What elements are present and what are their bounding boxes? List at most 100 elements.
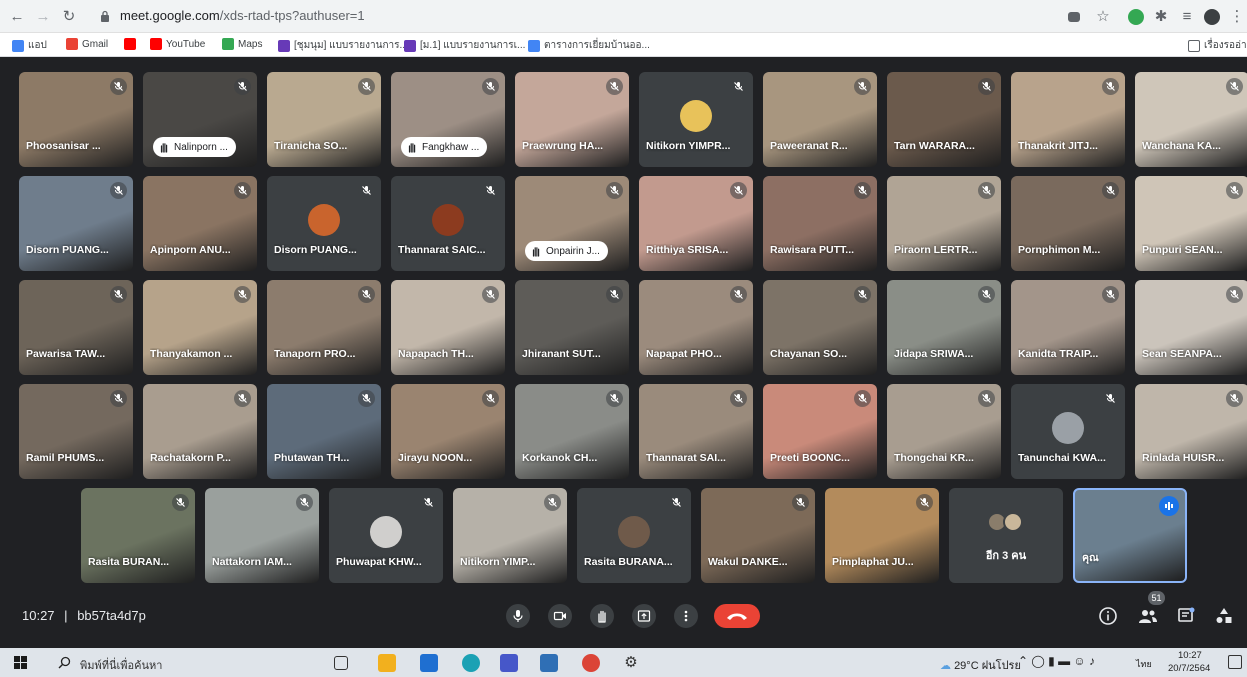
participant-tile[interactable]: Preeti BOONC... — [763, 384, 877, 479]
participant-tile[interactable]: Tarn WARARA... — [887, 72, 1001, 167]
participant-tile[interactable]: Sean SEANPA... — [1135, 280, 1247, 375]
participant-tile[interactable]: Fangkhaw ... — [391, 72, 505, 167]
chrome-icon[interactable] — [582, 654, 600, 672]
file-explorer-icon[interactable] — [378, 654, 396, 672]
forward-icon[interactable]: → — [34, 8, 52, 26]
search-icon[interactable] — [58, 656, 71, 669]
meeting-details: 10:27 | bb57ta4d7p — [22, 608, 146, 623]
participant-tile[interactable]: Piraorn LERTR... — [887, 176, 1001, 271]
microphone-button[interactable] — [506, 604, 530, 628]
participant-tile[interactable]: Thanakrit JITJ... — [1011, 72, 1125, 167]
participant-tile[interactable]: Tiranicha SO... — [267, 72, 381, 167]
bookmark-gmail[interactable]: Gmail — [66, 38, 108, 50]
puzzle-icon[interactable]: ✱ — [1152, 8, 1170, 26]
participant-tile[interactable]: Ritthiya SRISA... — [639, 176, 753, 271]
participant-tile[interactable]: Tanaporn PRO... — [267, 280, 381, 375]
participant-tile[interactable]: Rinlada HUISR... — [1135, 384, 1247, 479]
weather-widget[interactable]: ☁ 29°C ฝนโปรย — [940, 656, 1021, 674]
settings-gear-icon[interactable]: ⚙ — [622, 654, 640, 672]
camera-button[interactable] — [548, 604, 572, 628]
participant-tile[interactable]: Pimplaphat JU... — [825, 488, 939, 583]
participant-tile[interactable]: Nattakorn IAM... — [205, 488, 319, 583]
participant-tile[interactable]: Phutawan TH... — [267, 384, 381, 479]
present-button[interactable] — [632, 604, 656, 628]
star-icon[interactable]: ☆ — [1094, 8, 1112, 26]
mic-muted-icon — [234, 78, 251, 95]
participant-tile[interactable]: Ramil PHUMS... — [19, 384, 133, 479]
more-options-button[interactable] — [674, 604, 698, 628]
participant-tile[interactable]: Rasita BURAN... — [81, 488, 195, 583]
participant-tile[interactable]: Wanchana KA... — [1135, 72, 1247, 167]
app-icon[interactable] — [500, 654, 518, 672]
bookmark-maps[interactable]: Maps — [222, 38, 262, 50]
participant-tile[interactable]: Nalinporn ... — [143, 72, 257, 167]
participant-tile[interactable]: Punpuri SEAN... — [1135, 176, 1247, 271]
reload-icon[interactable]: ↻ — [60, 8, 78, 26]
windows-start-icon[interactable] — [14, 656, 27, 669]
edge-icon[interactable] — [462, 654, 480, 672]
more-participants-tile[interactable]: อีก 3 คน — [949, 488, 1063, 583]
participant-tile[interactable]: Praewrung HA... — [515, 72, 629, 167]
mail-icon[interactable] — [420, 654, 438, 672]
participant-tile[interactable]: Disorn PUANG... — [267, 176, 381, 271]
bookmark-youtube-1[interactable] — [124, 38, 140, 50]
participant-tile[interactable]: Nitikorn YIMP... — [453, 488, 567, 583]
clock-date[interactable]: 20/7/2564 — [1168, 663, 1210, 674]
clock-time[interactable]: 10:27 — [1178, 650, 1202, 661]
participant-tile[interactable]: Jirayu NOON... — [391, 384, 505, 479]
participant-tile[interactable]: Pornphimon M... — [1011, 176, 1125, 271]
participant-tile[interactable]: Pawarisa TAW... — [19, 280, 133, 375]
profile-avatar[interactable] — [1204, 9, 1220, 25]
avatar — [1052, 412, 1084, 444]
raise-hand-button[interactable] — [590, 604, 614, 628]
language-indicator[interactable]: ไทย — [1136, 657, 1152, 671]
bookmark-form-m1[interactable]: [ม.1] แบบรายงานการเ... — [404, 38, 525, 53]
participant-tile[interactable]: Chayanan SO... — [763, 280, 877, 375]
participant-tile[interactable]: Jhiranant SUT... — [515, 280, 629, 375]
task-view-icon[interactable] — [334, 656, 348, 670]
leave-call-button[interactable] — [714, 604, 760, 628]
camera-indicator-icon[interactable] — [1068, 12, 1080, 22]
self-view-tile[interactable]: คุณ — [1073, 488, 1187, 583]
participant-tile[interactable]: Thanyakamon ... — [143, 280, 257, 375]
activities-icon[interactable] — [1214, 606, 1234, 626]
extension-icon[interactable] — [1128, 9, 1144, 25]
participant-tile[interactable]: Rawisara PUTT... — [763, 176, 877, 271]
participant-tile[interactable]: Thannarat SAIC... — [391, 176, 505, 271]
participant-tile[interactable]: Korkanok CH... — [515, 384, 629, 479]
participant-tile[interactable]: Nitikorn YIMPR... — [639, 72, 753, 167]
info-icon[interactable] — [1098, 606, 1118, 626]
back-icon[interactable]: ← — [8, 8, 26, 26]
notification-icon[interactable] — [1228, 655, 1242, 669]
participant-tile[interactable]: Thannarat SAI... — [639, 384, 753, 479]
participant-tile[interactable]: Wakul DANKE... — [701, 488, 815, 583]
reading-list-icon[interactable]: ≡ — [1178, 8, 1196, 26]
people-icon[interactable] — [1138, 606, 1158, 626]
bookmark-youtube[interactable]: YouTube — [150, 38, 205, 50]
bookmark-apps[interactable]: แอป — [12, 38, 47, 53]
participant-tile[interactable]: Apinporn ANU... — [143, 176, 257, 271]
menu-icon[interactable]: ⋮ — [1228, 8, 1246, 26]
system-tray-icons[interactable]: ⌃ ◯ ▮ ▬ ☺ ♪ — [1018, 654, 1095, 668]
participant-tile[interactable]: Tanunchai KWA... — [1011, 384, 1125, 479]
participant-tile[interactable]: Thongchai KR... — [887, 384, 1001, 479]
participant-tile[interactable]: Phoosanisar ... — [19, 72, 133, 167]
youtube-icon — [150, 38, 162, 50]
participant-tile[interactable]: Phuwapat KHW... — [329, 488, 443, 583]
participant-tile[interactable]: Jidapa SRIWA... — [887, 280, 1001, 375]
bookmark-home-visit[interactable]: ตารางการเยี่ยมบ้านออ... — [528, 38, 650, 53]
participant-tile[interactable]: Rachatakorn P... — [143, 384, 257, 479]
participant-tile[interactable]: Paweeranat R... — [763, 72, 877, 167]
bookmark-form-club[interactable]: [ชุมนุม] แบบรายงานการ... — [278, 38, 408, 53]
participant-tile[interactable]: Rasita BURANA... — [577, 488, 691, 583]
participant-tile[interactable]: Kanidta TRAIP... — [1011, 280, 1125, 375]
participant-tile[interactable]: Disorn PUANG... — [19, 176, 133, 271]
reading-list-button[interactable]: เรื่องรออ่าน — [1188, 38, 1247, 53]
participant-tile[interactable]: Onpairin J... — [515, 176, 629, 271]
photos-icon[interactable] — [540, 654, 558, 672]
more-vert-icon — [684, 610, 688, 622]
chat-icon[interactable] — [1176, 606, 1196, 626]
taskbar-search-input[interactable]: พิมพ์ที่นี่เพื่อค้นหา — [80, 656, 162, 674]
participant-tile[interactable]: Napapat PHO... — [639, 280, 753, 375]
participant-tile[interactable]: Napapach TH... — [391, 280, 505, 375]
